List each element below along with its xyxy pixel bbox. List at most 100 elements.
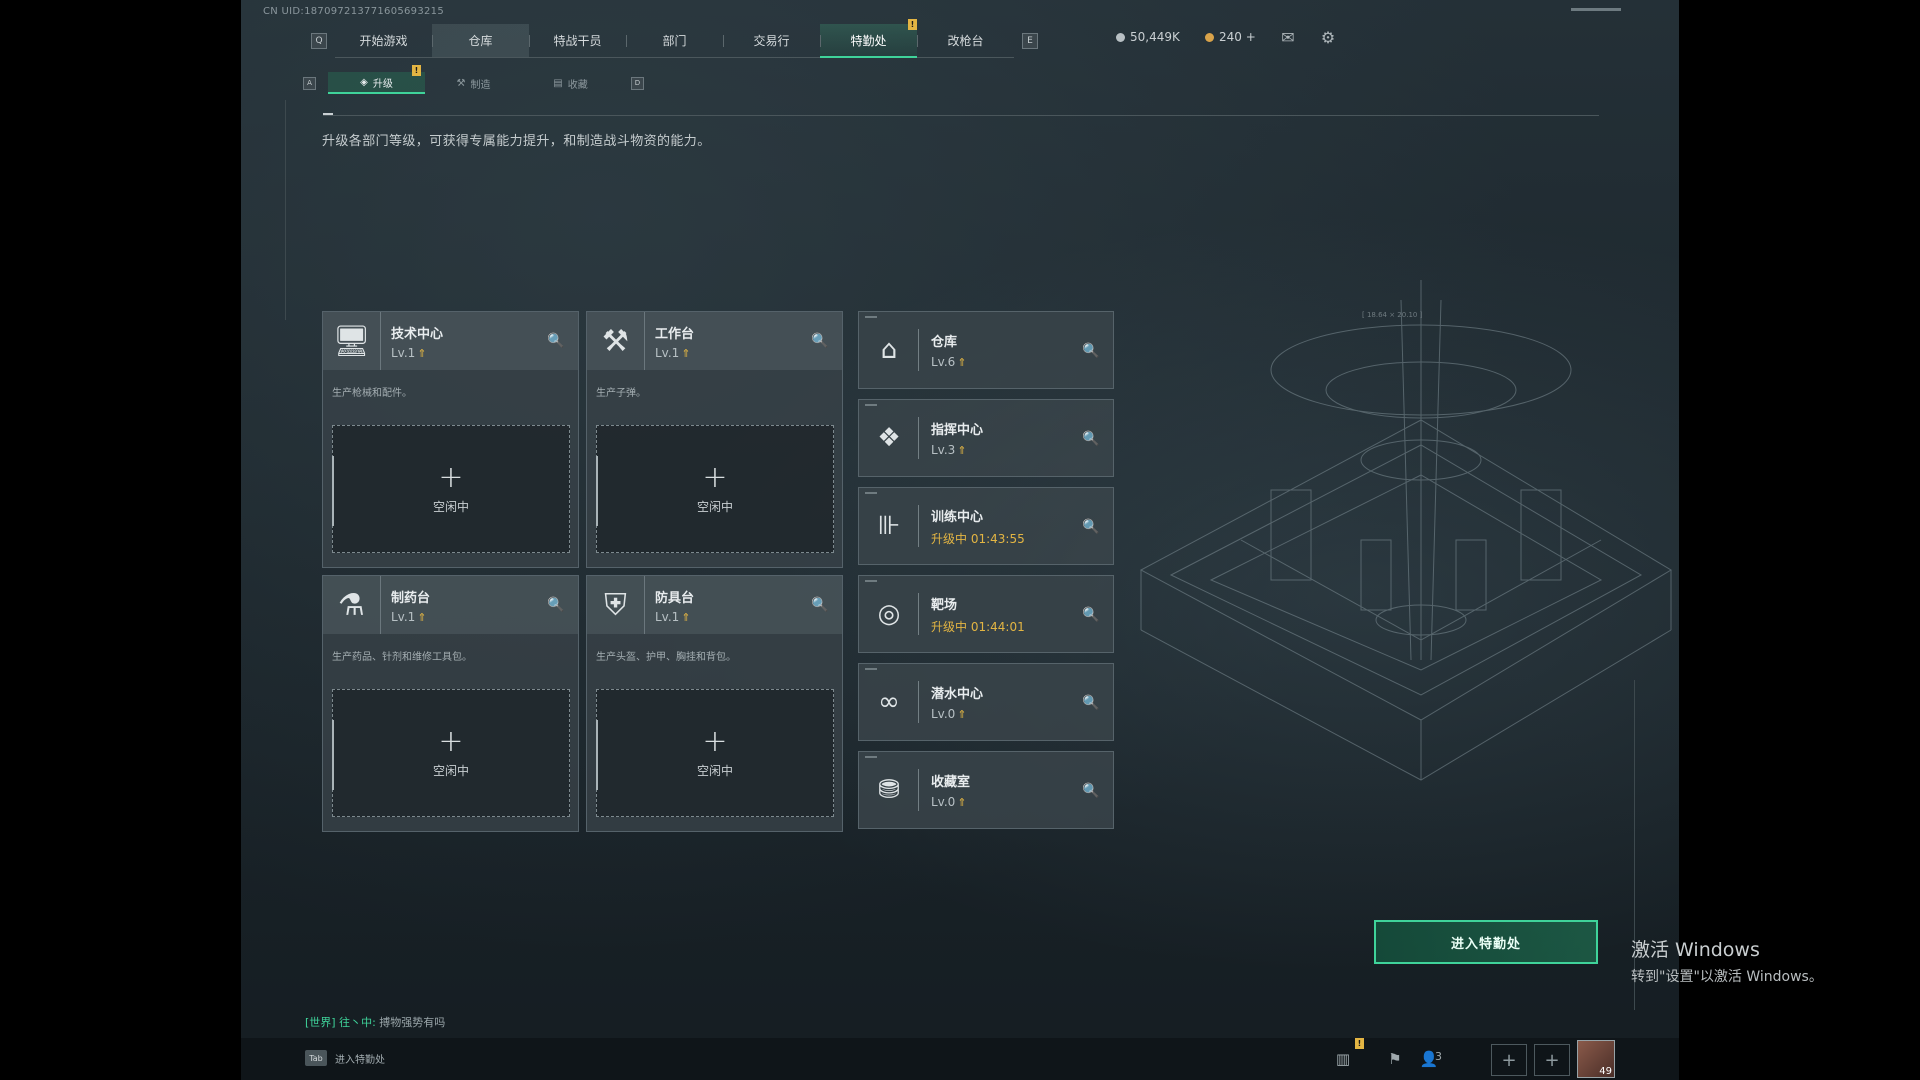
production-slot[interactable]: + 空闲中 [332, 689, 570, 817]
facility-warehouse[interactable]: ⌂ 仓库 Lv.6 ⇑ 🔍 [858, 311, 1114, 389]
stats-icon[interactable]: ▥ [1331, 1048, 1355, 1070]
tab-start-game[interactable]: 开始游戏 [335, 24, 432, 58]
department-card-tech[interactable]: 🖥 技术中心 Lv.1 ⇑ 🔍 生产枪械和配件。 + 空闲中 [322, 311, 579, 568]
enter-special-ops-button[interactable]: 进入特勤处 [1374, 920, 1598, 964]
target-icon: ◎ [859, 575, 919, 653]
subtab-upgrade[interactable]: ◈ 升级 ! [328, 65, 425, 94]
bottom-bar: Tab 进入特勤处 ▥ ! ⚑ 👤 3 + + 49 [241, 1038, 1679, 1080]
facility-command[interactable]: ❖ 指挥中心 Lv.3 ⇑ 🔍 [858, 399, 1114, 477]
tab-hint[interactable]: Tab 进入特勤处 [305, 1050, 385, 1066]
department-name: 制药台 [391, 590, 431, 606]
facility-diving[interactable]: ∞ 潜水中心 Lv.0 ⇑ 🔍 [858, 663, 1114, 741]
diving-mask-icon: ∞ [859, 663, 919, 741]
tab-warehouse[interactable]: 仓库 [432, 24, 529, 58]
plus-icon: + [438, 459, 464, 495]
department-level: Lv.1 ⇑ [655, 345, 691, 360]
search-icon[interactable]: 🔍 [1081, 517, 1101, 537]
search-icon[interactable]: 🔍 [1081, 693, 1101, 713]
add-slot-button[interactable]: + [1534, 1044, 1570, 1076]
upgrade-arrow-icon: ⇑ [417, 610, 427, 624]
tab-key: Tab [305, 1050, 327, 1066]
nav-prev-key[interactable]: Q [311, 33, 327, 49]
subnav-prev-key[interactable]: A [303, 76, 316, 90]
coin-balance[interactable]: 50,449K [1116, 30, 1180, 44]
tab-gunsmith[interactable]: 改枪台 [917, 24, 1014, 58]
armor-icon: ⛨ [587, 576, 645, 634]
search-icon[interactable]: 🔍 [1081, 605, 1101, 625]
subnav-next-key[interactable]: D [631, 76, 644, 90]
page-description: 升级各部门等级，可获得专属能力提升，和制造战斗物资的能力。 [322, 134, 711, 149]
card-header: ⛨ 防具台 Lv.1 ⇑ 🔍 [587, 576, 842, 634]
facility-collection-room[interactable]: ⛃ 收藏室 Lv.0 ⇑ 🔍 [858, 751, 1114, 829]
plus-icon: + [702, 723, 728, 759]
top-indicator [1571, 8, 1621, 11]
facility-range[interactable]: ◎ 靶场 升级中 01:44:01 🔍 [858, 575, 1114, 653]
flag-icon[interactable]: ⚑ [1383, 1048, 1407, 1070]
facility-name: 靶场 [931, 597, 958, 613]
command-icon: ❖ [859, 399, 919, 477]
department-name: 技术中心 [391, 326, 444, 342]
search-icon[interactable]: 🔍 [810, 595, 830, 615]
department-name: 防具台 [655, 590, 695, 606]
upgrade-arrow-icon: ⇑ [957, 796, 967, 809]
department-card-workbench[interactable]: ⚒ 工作台 Lv.1 ⇑ 🔍 生产子弹。 + 空闲中 [586, 311, 843, 568]
tools-icon: ⚒ [587, 312, 645, 370]
windows-activation-watermark: 激活 Windows 转到"设置"以激活 Windows。 [1631, 935, 1823, 986]
mail-icon[interactable]: ✉ [1277, 28, 1299, 47]
search-icon[interactable]: 🔍 [1081, 429, 1101, 449]
search-icon[interactable]: 🔍 [546, 595, 566, 615]
watermark-subtitle: 转到"设置"以激活 Windows。 [1631, 969, 1823, 985]
facility-name: 指挥中心 [931, 423, 984, 438]
token-icon [1205, 32, 1214, 42]
upgrade-arrow-icon: ⇑ [681, 610, 691, 624]
gear-icon[interactable]: ⚙ [1317, 28, 1339, 47]
facility-training[interactable]: ⊪ 训练中心 升级中 01:43:55 🔍 [858, 487, 1114, 565]
slot-status: 空闲中 [432, 499, 469, 514]
tab-operators[interactable]: 特战干员 [529, 24, 626, 58]
sub-nav: A ◈ 升级 ! ⚒ 制造 ▤ 收藏 D [303, 65, 644, 94]
base-illustration [1139, 280, 1672, 781]
upgrade-arrow-icon: ⇑ [957, 708, 967, 721]
slot-status: 空闲中 [696, 763, 733, 778]
token-balance[interactable]: 240 + [1205, 30, 1256, 44]
production-slot[interactable]: + 空闲中 [596, 689, 834, 817]
department-level: Lv.1 ⇑ [391, 609, 427, 624]
subtab-craft[interactable]: ⚒ 制造 [425, 72, 522, 94]
divider [323, 115, 1599, 116]
frame-line [285, 100, 286, 320]
slot-status: 空闲中 [432, 763, 469, 778]
game-window: CN UID:18709721377160569321​5 Q 开始游戏 仓库 … [241, 0, 1679, 1080]
department-description: 生产头盔、护甲、胸挂和背包。 [596, 652, 736, 663]
card-header: 🖥 技术中心 Lv.1 ⇑ 🔍 [323, 312, 578, 370]
avatar[interactable]: 49 [1577, 1040, 1615, 1078]
friends-count: 3 [1435, 1050, 1442, 1063]
upgrade-arrow-icon: ⇑ [957, 444, 967, 457]
tab-special-ops[interactable]: 特勤处 ! [820, 19, 917, 58]
facility-name: 训练中心 [931, 509, 984, 525]
department-card-pharmacy[interactable]: ⚗ 制药台 Lv.1 ⇑ 🔍 生产药品、针剂和维修工具包。 + 空闲中 [322, 575, 579, 832]
divider-mark [323, 113, 333, 115]
subtab-collection[interactable]: ▤ 收藏 [522, 72, 619, 94]
search-icon[interactable]: 🔍 [546, 331, 566, 351]
production-slot[interactable]: + 空闲中 [596, 425, 834, 553]
add-slot-button[interactable]: + [1491, 1044, 1527, 1076]
tab-label: 仓库 [468, 34, 493, 48]
tab-trade[interactable]: 交易行 [723, 24, 820, 58]
search-icon[interactable]: 🔍 [1081, 781, 1101, 801]
computer-icon: 🖥 [323, 312, 381, 370]
tab-department[interactable]: 部门 [626, 24, 723, 58]
token-amount: 240 + [1219, 30, 1256, 44]
chat-line[interactable]: [世界] 往丶中: 搏物强势有吗 [305, 1014, 445, 1030]
production-slot[interactable]: + 空闲中 [332, 425, 570, 553]
coin-amount: 50,449K [1130, 30, 1180, 44]
search-icon[interactable]: 🔍 [1081, 341, 1101, 361]
nav-next-key[interactable]: E [1022, 33, 1038, 49]
search-icon[interactable]: 🔍 [810, 331, 830, 351]
collection-icon: ⛃ [859, 751, 919, 829]
department-card-armor[interactable]: ⛨ 防具台 Lv.1 ⇑ 🔍 生产头盔、护甲、胸挂和背包。 + 空闲中 [586, 575, 843, 832]
tab-hint-label: 进入特勤处 [335, 1054, 385, 1066]
tab-label: 交易行 [753, 34, 790, 48]
notification-badge: ! [1355, 1038, 1364, 1049]
collection-tab-icon: ▤ [553, 77, 563, 89]
coordinate-label: [ 18.64 × 20.10 ] [1362, 311, 1423, 319]
